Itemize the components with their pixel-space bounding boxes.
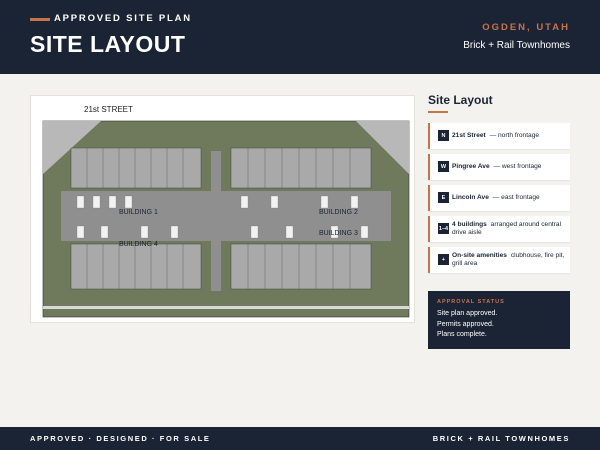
feature-tag: N <box>438 130 449 141</box>
street-label: 21st STREET <box>84 105 133 114</box>
feature-west-frontage: W Pingree Ave — west frontage <box>428 154 570 180</box>
building-3-label: BUILDING 3 <box>319 230 358 237</box>
feature-bold: 21st Street <box>452 131 486 139</box>
building-1-footprint <box>70 147 202 189</box>
feature-tag: W <box>438 161 449 172</box>
approval-status-label: APPROVAL STATUS <box>437 299 505 305</box>
feature-text: — east frontage <box>492 193 540 201</box>
feature-tag: + <box>438 254 449 265</box>
feature-bold: 4 buildings <box>452 220 487 228</box>
feature-buildings: 1–4 4 buildings arranged around central … <box>428 216 570 242</box>
approval-status-card: APPROVAL STATUS Site plan approved. Perm… <box>428 291 570 349</box>
feature-list: N 21st Street — north frontage W Pingree… <box>428 123 570 278</box>
site-plan-image: 21st STREET BUILDING 1 BUILDING 2 BUILDI… <box>30 95 415 323</box>
header: APPROVED SITE PLAN SITE LAYOUT OGDEN, UT… <box>0 0 600 74</box>
building-4-label: BUILDING 4 <box>119 241 158 248</box>
sidebar-title: Site Layout <box>428 93 493 107</box>
feature-east-frontage: E Lincoln Ave — east frontage <box>428 185 570 211</box>
feature-bold: On-site amenities <box>452 251 507 259</box>
footer: APPROVED · DESIGNED · FOR SALE BRICK + R… <box>0 427 600 450</box>
footer-tagline: APPROVED · DESIGNED · FOR SALE <box>30 434 211 443</box>
page-title: SITE LAYOUT <box>30 31 186 57</box>
building-1-label: BUILDING 1 <box>119 209 158 216</box>
south-sidewalk <box>43 306 409 309</box>
north-south-drive <box>211 151 221 291</box>
eyebrow-label: APPROVED SITE PLAN <box>54 13 192 24</box>
site-plan-drawing: 21st STREET BUILDING 1 BUILDING 2 BUILDI… <box>42 105 410 318</box>
footer-brand: BRICK + RAIL TOWNHOMES <box>432 434 570 443</box>
feature-bold: Pingree Ave <box>452 162 490 170</box>
feature-tag: E <box>438 192 449 203</box>
feature-text: — north frontage <box>489 131 540 139</box>
feature-text: — west frontage <box>493 162 542 170</box>
project-name: Brick + Rail Townhomes <box>463 40 570 51</box>
feature-north-frontage: N 21st Street — north frontage <box>428 123 570 149</box>
status-line: Site plan approved. <box>437 310 498 317</box>
accent-bar <box>30 18 50 21</box>
status-line: Permits approved. <box>437 320 494 328</box>
status-line: Plans complete. <box>437 331 487 338</box>
sidebar-title-underline <box>428 111 448 113</box>
feature-bold: Lincoln Ave <box>452 193 489 201</box>
feature-amenities: + On-site amenities clubhouse, fire pit,… <box>428 247 570 273</box>
building-2-label: BUILDING 2 <box>319 209 358 216</box>
building-4-footprint <box>70 243 202 290</box>
feature-tag: 1–4 <box>438 223 449 234</box>
city-label: OGDEN, UTAH <box>482 22 570 33</box>
